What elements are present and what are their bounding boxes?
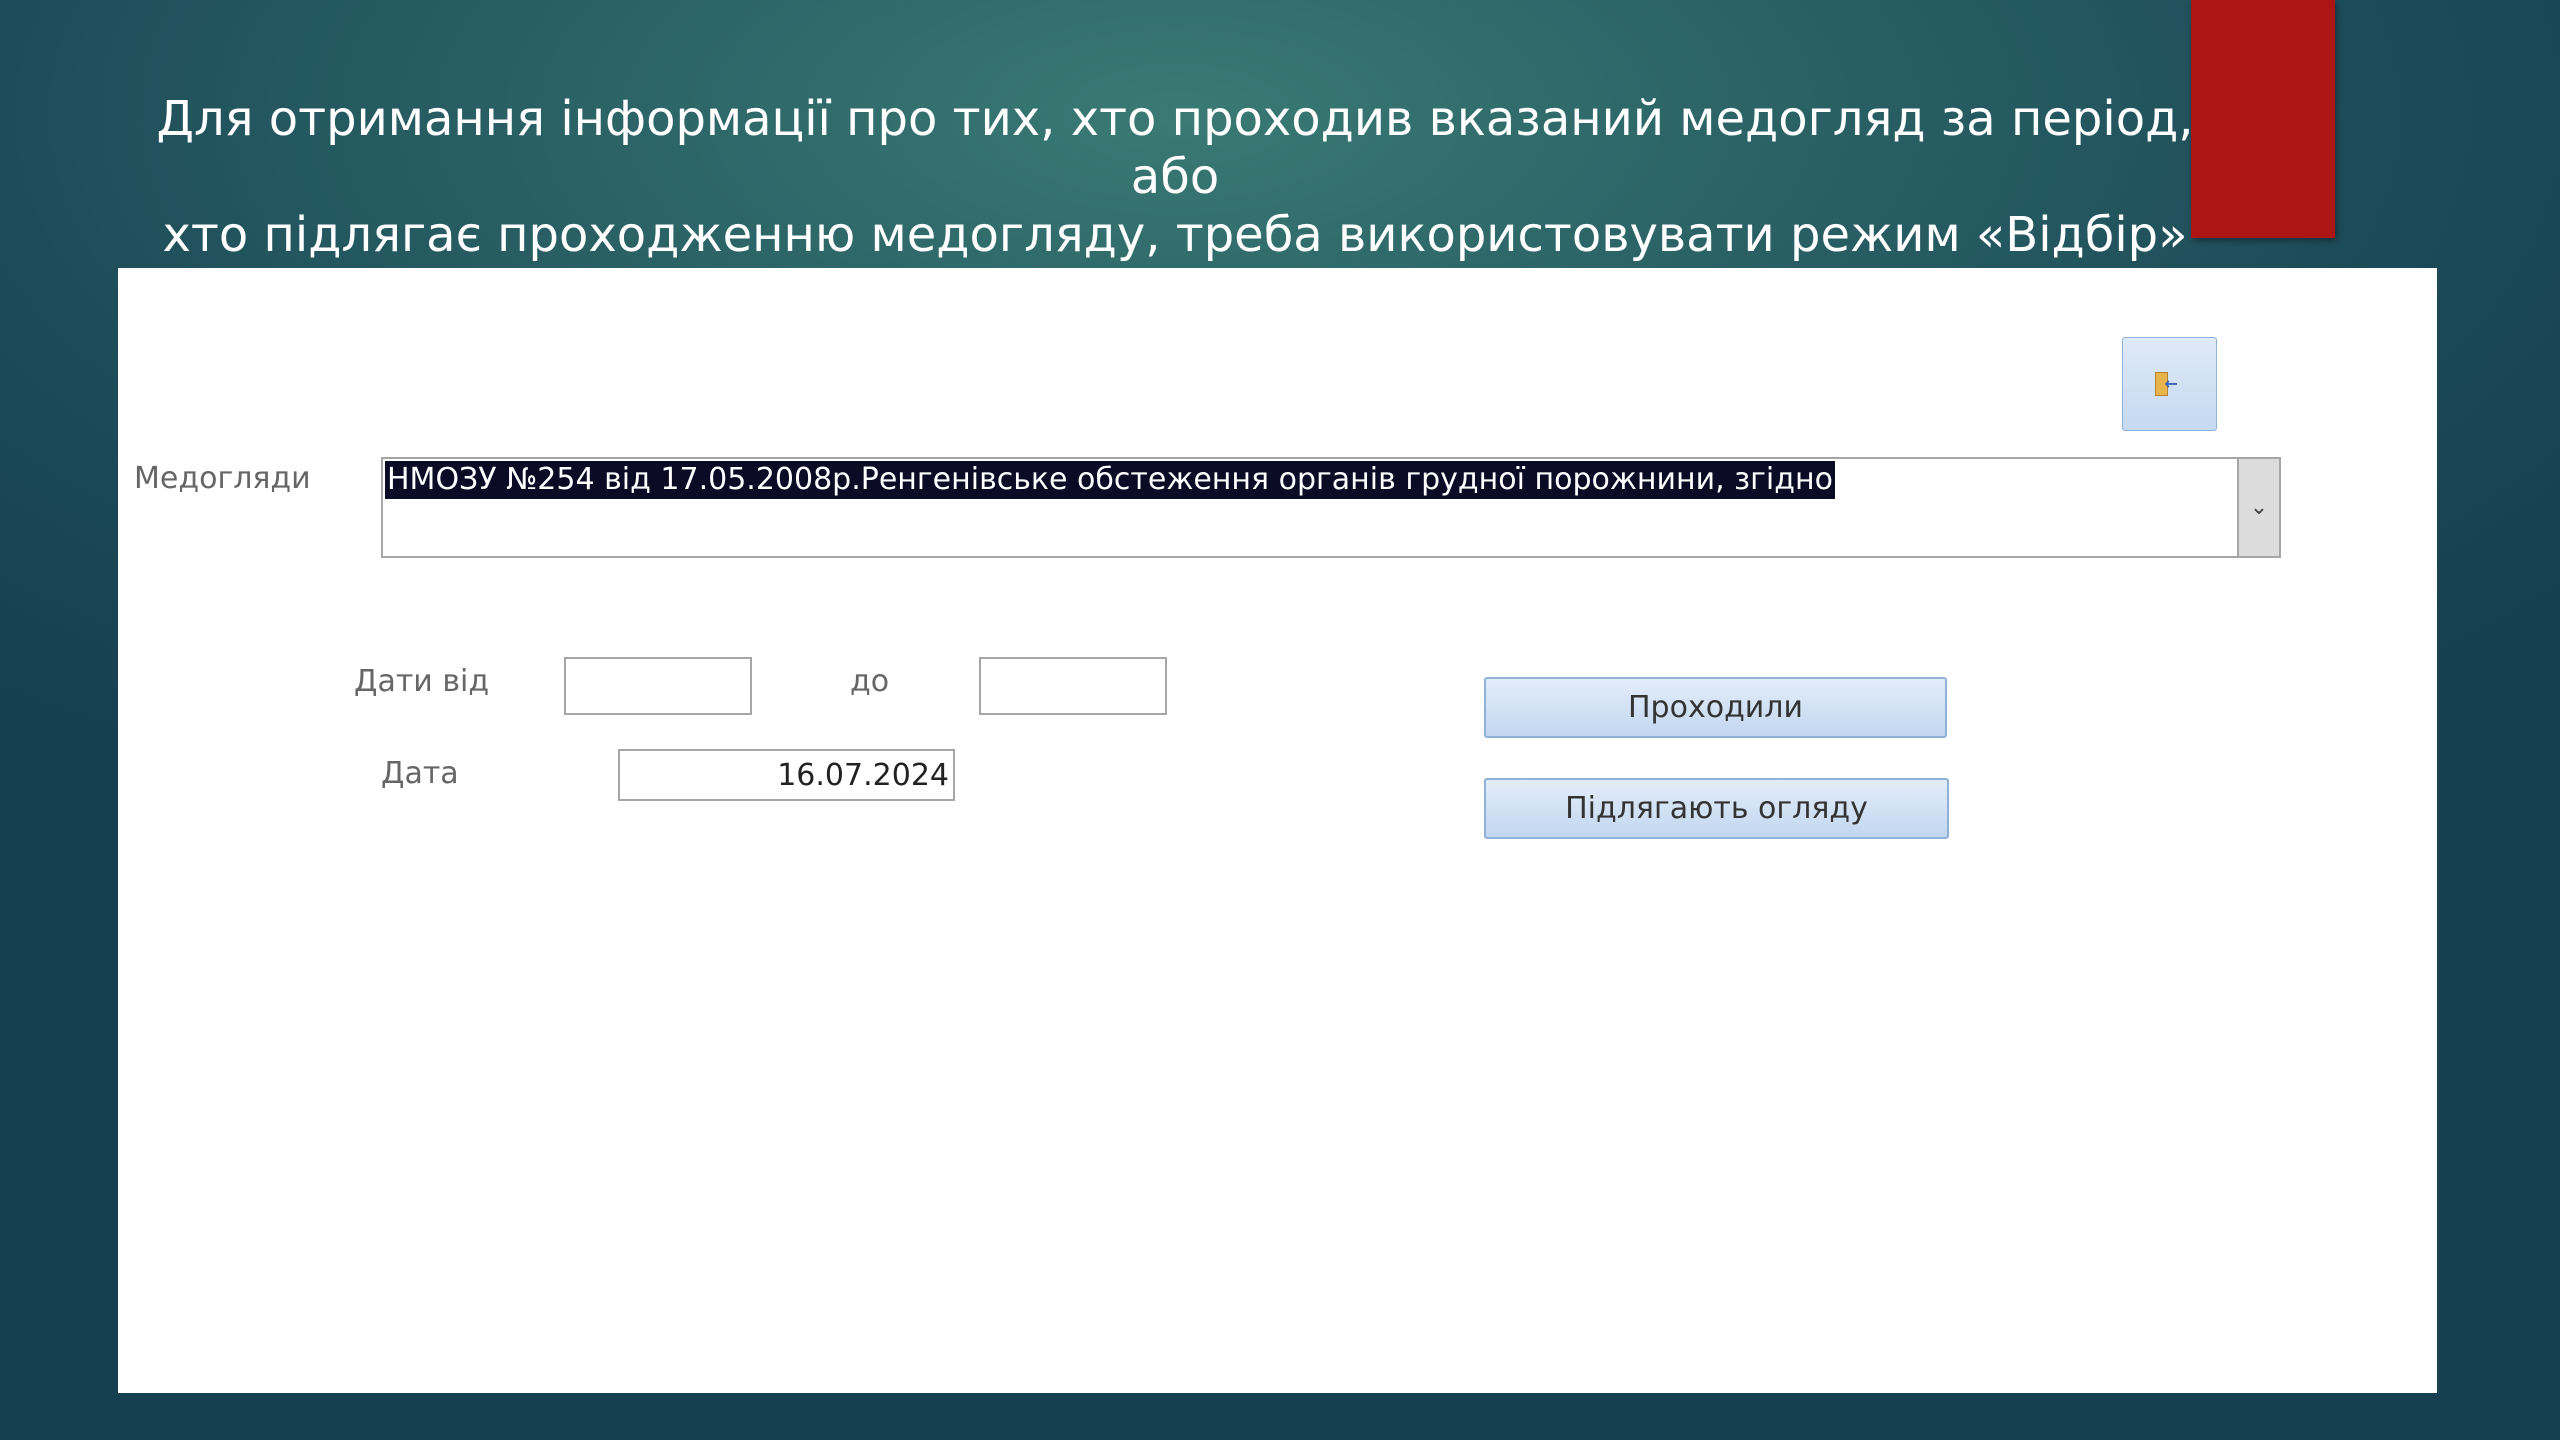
- medogliady-combobox[interactable]: НМОЗУ №254 від 17.05.2008р.Ренгенівське …: [381, 457, 2281, 558]
- date-from-input[interactable]: [564, 657, 752, 715]
- slide-title: Для отримання інформації про тих, хто пр…: [150, 90, 2200, 264]
- dates-to-label: до: [850, 664, 890, 699]
- chevron-down-icon: ⌄: [2249, 495, 2269, 520]
- date-label: Дата: [381, 756, 459, 791]
- passed-button[interactable]: Проходили: [1484, 677, 1947, 738]
- medogliady-dropdown-button[interactable]: ⌄: [2237, 459, 2279, 556]
- exit-door-icon: ←: [2154, 372, 2185, 396]
- exit-button[interactable]: ←: [2122, 337, 2217, 431]
- medogliady-label: Медогляди: [134, 461, 311, 496]
- date-input[interactable]: [618, 749, 955, 801]
- medogliady-selected-value[interactable]: НМОЗУ №254 від 17.05.2008р.Ренгенівське …: [385, 461, 1835, 499]
- slide-title-line-1: Для отримання інформації про тих, хто пр…: [156, 91, 2194, 205]
- form-panel: [118, 268, 2437, 1393]
- date-to-input[interactable]: [979, 657, 1167, 715]
- red-accent-tab: [2191, 0, 2335, 238]
- dates-from-label: Дати від: [354, 664, 490, 699]
- subject-to-exam-button[interactable]: Підлягають огляду: [1484, 778, 1949, 839]
- slide-title-line-2: хто підлягає проходженню медогляду, треб…: [162, 207, 2188, 263]
